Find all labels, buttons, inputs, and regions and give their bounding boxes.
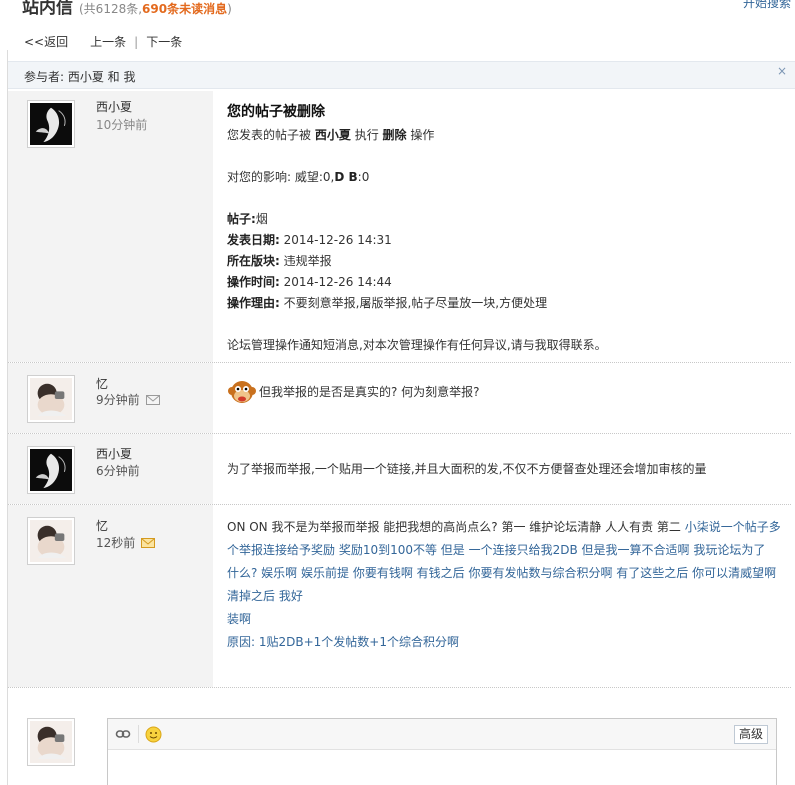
envelope-read-icon bbox=[145, 395, 160, 405]
envelope-unread-icon bbox=[141, 538, 156, 548]
message-line: 装啊 bbox=[227, 612, 252, 626]
message-count: (共6128条,690条未读消息) bbox=[79, 2, 232, 16]
sender-name[interactable]: 忆 bbox=[96, 517, 108, 534]
avatar-image-dark bbox=[30, 449, 72, 491]
impact-line: 对您的影响: 威望:0,D B:0 bbox=[227, 170, 370, 184]
message-text: 为了举报而举报,一个贴用一个链接,并且大面积的发,不仅不方便督查处理还会增加审核… bbox=[227, 462, 707, 476]
close-icon[interactable]: × bbox=[777, 64, 787, 78]
toolbar-divider bbox=[138, 725, 139, 743]
sender-name[interactable]: 西小夏 bbox=[96, 98, 132, 115]
message-time: 10分钟前 bbox=[96, 118, 148, 132]
message-text: 但我举报的是否是真实的? 何为刻意举报? bbox=[259, 385, 480, 399]
sender-name[interactable]: 西小夏 bbox=[96, 445, 132, 462]
participants-bar: 参与者: 西小夏 和 我 × bbox=[8, 61, 795, 89]
message-line: ON ON 我不是为举报而举报 能把我想的高尚点么? 第一 维护论坛清静 人人有… bbox=[227, 520, 781, 557]
unread-count: 690条未读消息 bbox=[142, 2, 228, 16]
message-subject: 您的帖子被删除 bbox=[227, 104, 325, 120]
avatar[interactable] bbox=[27, 375, 75, 423]
avatar-image-dark bbox=[30, 103, 72, 145]
notice-line: 论坛管理操作通知短消息,对本次管理操作有任何异议,请与我取得联系。 bbox=[227, 338, 607, 352]
participants-text: 参与者: 西小夏 和 我 bbox=[24, 70, 136, 84]
message-item: 忆 9分钟前 但我举报的是否是真实的? 何为刻意举报? bbox=[8, 363, 791, 434]
next-link[interactable]: 下一条 bbox=[146, 35, 182, 49]
message-line: 什么? 娱乐啊 娱乐前提 你要有钱啊 有钱之后 你要有发帖数与综合积分啊 有了这… bbox=[227, 566, 777, 603]
avatar[interactable] bbox=[27, 446, 75, 494]
my-avatar[interactable] bbox=[27, 718, 75, 766]
avatar[interactable] bbox=[27, 517, 75, 565]
reason-line: 操作理由: 不要刻意举报,屠版举报,帖子尽量放一块,方便处理 bbox=[227, 296, 548, 310]
message-nav: <<返回 上一条 | 下一条 bbox=[24, 33, 182, 50]
board-line: 所在版块: 违规举报 bbox=[227, 254, 332, 268]
message-item: 西小夏 10分钟前 您的帖子被删除 您发表的帖子被 西小夏 执行 删除 操作 对… bbox=[8, 91, 791, 363]
avatar-image-light bbox=[30, 378, 72, 420]
message-time: 6分钟前 bbox=[96, 464, 140, 478]
date-line: 发表日期: 2014-12-26 14:31 bbox=[227, 233, 392, 247]
message-time: 9分钟前 bbox=[96, 391, 160, 408]
prev-link[interactable]: 上一条 bbox=[90, 35, 126, 49]
back-link[interactable]: <<返回 bbox=[24, 35, 68, 49]
page-title: 站内信 bbox=[22, 0, 73, 18]
message-line: 您发表的帖子被 西小夏 执行 删除 操作 bbox=[227, 128, 435, 142]
message-content: 但我举报的是否是真实的? 何为刻意举报? bbox=[227, 377, 787, 408]
optime-line: 操作时间: 2014-12-26 14:44 bbox=[227, 275, 392, 289]
advanced-button[interactable]: 高级 bbox=[734, 725, 768, 744]
message-line: 原因: 1贴2DB+1个发帖数+1个综合积分啊 bbox=[227, 635, 459, 649]
message-item: 西小夏 6分钟前 为了举报而举报,一个贴用一个链接,并且大面积的发,不仅不方便督… bbox=[8, 434, 791, 505]
message-item: 忆 12秒前 ON ON 我不是为举报而举报 能把我想的高尚点么? 第一 维护论… bbox=[8, 505, 791, 688]
avatar-image-light bbox=[30, 721, 72, 763]
monkey-emoticon-icon bbox=[228, 380, 256, 403]
search-link[interactable]: 开始搜索 bbox=[743, 0, 791, 11]
sender-name[interactable]: 忆 bbox=[96, 375, 108, 392]
message-time: 12秒前 bbox=[96, 534, 156, 551]
avatar-image-light bbox=[30, 520, 72, 562]
nav-separator: | bbox=[134, 35, 139, 49]
link-icon[interactable] bbox=[115, 726, 131, 742]
reply-editor[interactable]: 高级 bbox=[107, 718, 777, 785]
message-content: ON ON 我不是为举报而举报 能把我想的高尚点么? 第一 维护论坛清静 人人有… bbox=[227, 516, 787, 654]
page-header: 站内信 (共6128条,690条未读消息) bbox=[22, 0, 232, 18]
post-line: 帖子:烟 bbox=[227, 212, 268, 226]
smiley-icon[interactable] bbox=[145, 726, 162, 743]
message-content: 为了举报而举报,一个贴用一个链接,并且大面积的发,不仅不方便督查处理还会增加审核… bbox=[227, 459, 787, 480]
avatar[interactable] bbox=[27, 100, 75, 148]
editor-toolbar: 高级 bbox=[108, 719, 776, 750]
message-content: 您的帖子被删除 您发表的帖子被 西小夏 执行 删除 操作 对您的影响: 威望:0… bbox=[227, 103, 787, 356]
